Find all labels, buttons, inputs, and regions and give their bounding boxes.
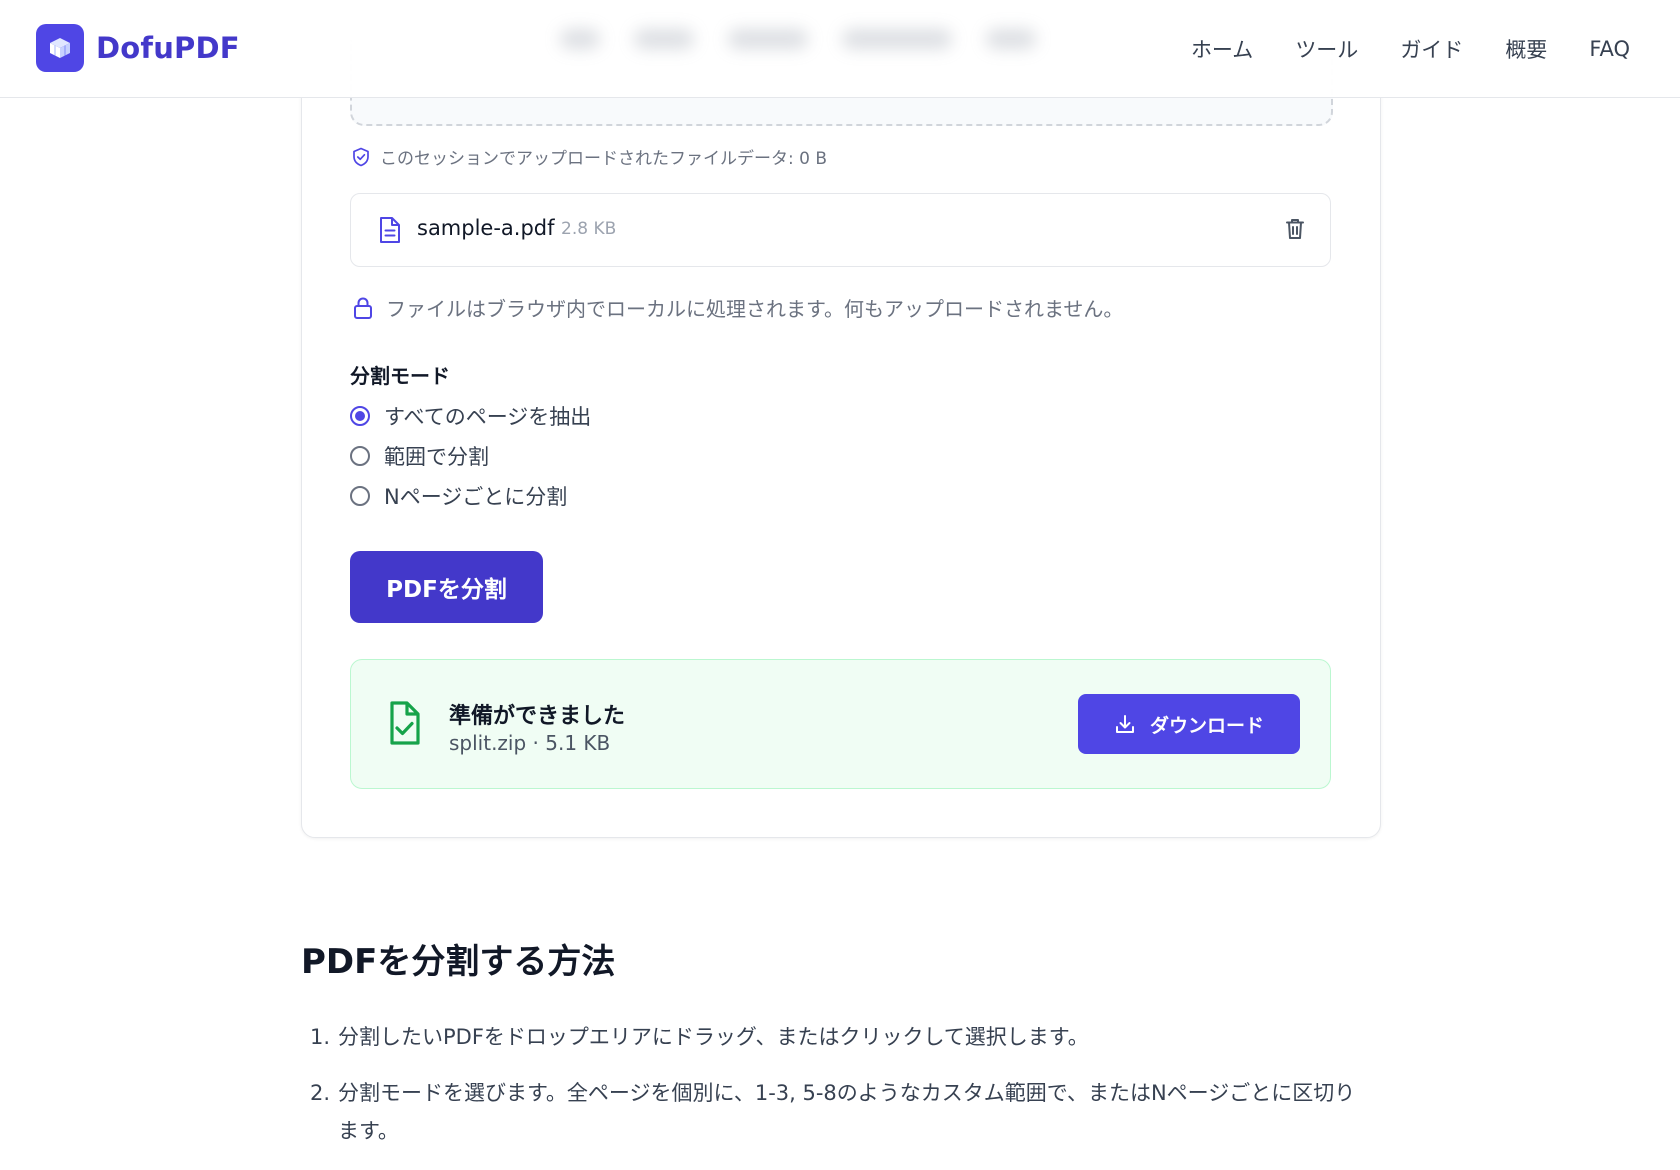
- nav-faq[interactable]: FAQ: [1589, 37, 1630, 61]
- local-note-text: ファイルはブラウザ内でローカルに処理されます。何もアップロードされません。: [386, 297, 1124, 321]
- howto-step: 1. 分割したいPDFをドロップエリアにドラッグ、またはクリックして選択します。: [310, 1018, 1370, 1056]
- result-panel: 準備ができました split.zip · 5.1 KB ダウンロード: [350, 659, 1331, 789]
- main-nav: ホーム ツール ガイド 概要 FAQ: [1149, 0, 1630, 97]
- uploaded-file-row: sample-a.pdf 2.8 KB: [350, 193, 1331, 267]
- nav-tools[interactable]: ツール: [1295, 34, 1358, 64]
- mode-option-range[interactable]: 範囲で分割: [350, 441, 489, 471]
- step-number: 1.: [310, 1025, 331, 1049]
- radio-extract-all[interactable]: [350, 406, 370, 426]
- step-text: 分割モードを選びます。全ページを個別に、1-3, 5-8のようなカスタム範囲で、…: [338, 1081, 1356, 1143]
- nav-home[interactable]: ホーム: [1191, 34, 1253, 64]
- mode-option-label: すべてのページを抽出: [384, 405, 592, 429]
- step-number: 2.: [310, 1081, 331, 1105]
- local-processing-note: ファイルはブラウザ内でローカルに処理されます。何もアップロードされません。: [352, 293, 1123, 322]
- radio-every-n[interactable]: [350, 486, 370, 506]
- session-upload-note: このセッションでアップロードされたファイルデータ: 0 B: [352, 144, 827, 169]
- split-pdf-button[interactable]: PDFを分割: [350, 551, 543, 623]
- file-size: 2.8 KB: [561, 219, 617, 239]
- tofu-logo-icon: [36, 24, 84, 72]
- mode-option-every-n[interactable]: Nページごとに分割: [350, 481, 567, 511]
- blurred-nav-area: [560, 14, 1120, 64]
- trash-icon[interactable]: [1284, 217, 1306, 241]
- howto-step: 2. 分割モードを選びます。全ページを個別に、1-3, 5-8のようなカスタム範…: [310, 1074, 1370, 1150]
- brand-logo-link[interactable]: DofuPDF: [36, 24, 240, 72]
- nav-about[interactable]: 概要: [1505, 34, 1547, 64]
- download-button-label: ダウンロード: [1149, 714, 1264, 737]
- session-note-text: このセッションでアップロードされたファイルデータ: 0 B: [380, 149, 828, 169]
- result-title: 準備ができました: [449, 704, 626, 729]
- howto-steps: 1. 分割したいPDFをドロップエリアにドラッグ、またはクリックして選択します。…: [310, 1018, 1370, 1168]
- lock-icon: [354, 296, 372, 319]
- file-check-icon: [390, 701, 420, 745]
- nav-guide[interactable]: ガイド: [1400, 34, 1463, 64]
- howto-heading: PDFを分割する方法: [301, 942, 616, 982]
- download-button[interactable]: ダウンロード: [1078, 694, 1300, 754]
- step-text: 分割したいPDFをドロップエリアにドラッグ、またはクリックして選択します。: [338, 1025, 1089, 1049]
- file-name: sample-a.pdf: [417, 216, 555, 240]
- shield-check-icon: [353, 147, 369, 166]
- download-icon: [1115, 715, 1134, 733]
- mode-option-extract-all[interactable]: すべてのページを抽出: [350, 401, 591, 431]
- mode-option-label: Nページごとに分割: [384, 485, 568, 509]
- radio-range[interactable]: [350, 446, 370, 466]
- document-icon: [380, 217, 400, 243]
- site-header: DofuPDF ホーム ツール ガイド 概要 FAQ: [0, 0, 1680, 98]
- mode-option-label: 範囲で分割: [384, 445, 489, 469]
- split-mode-title: 分割モード: [350, 364, 450, 388]
- brand-name: DofuPDF: [96, 31, 240, 65]
- result-file-info: split.zip · 5.1 KB: [449, 731, 611, 755]
